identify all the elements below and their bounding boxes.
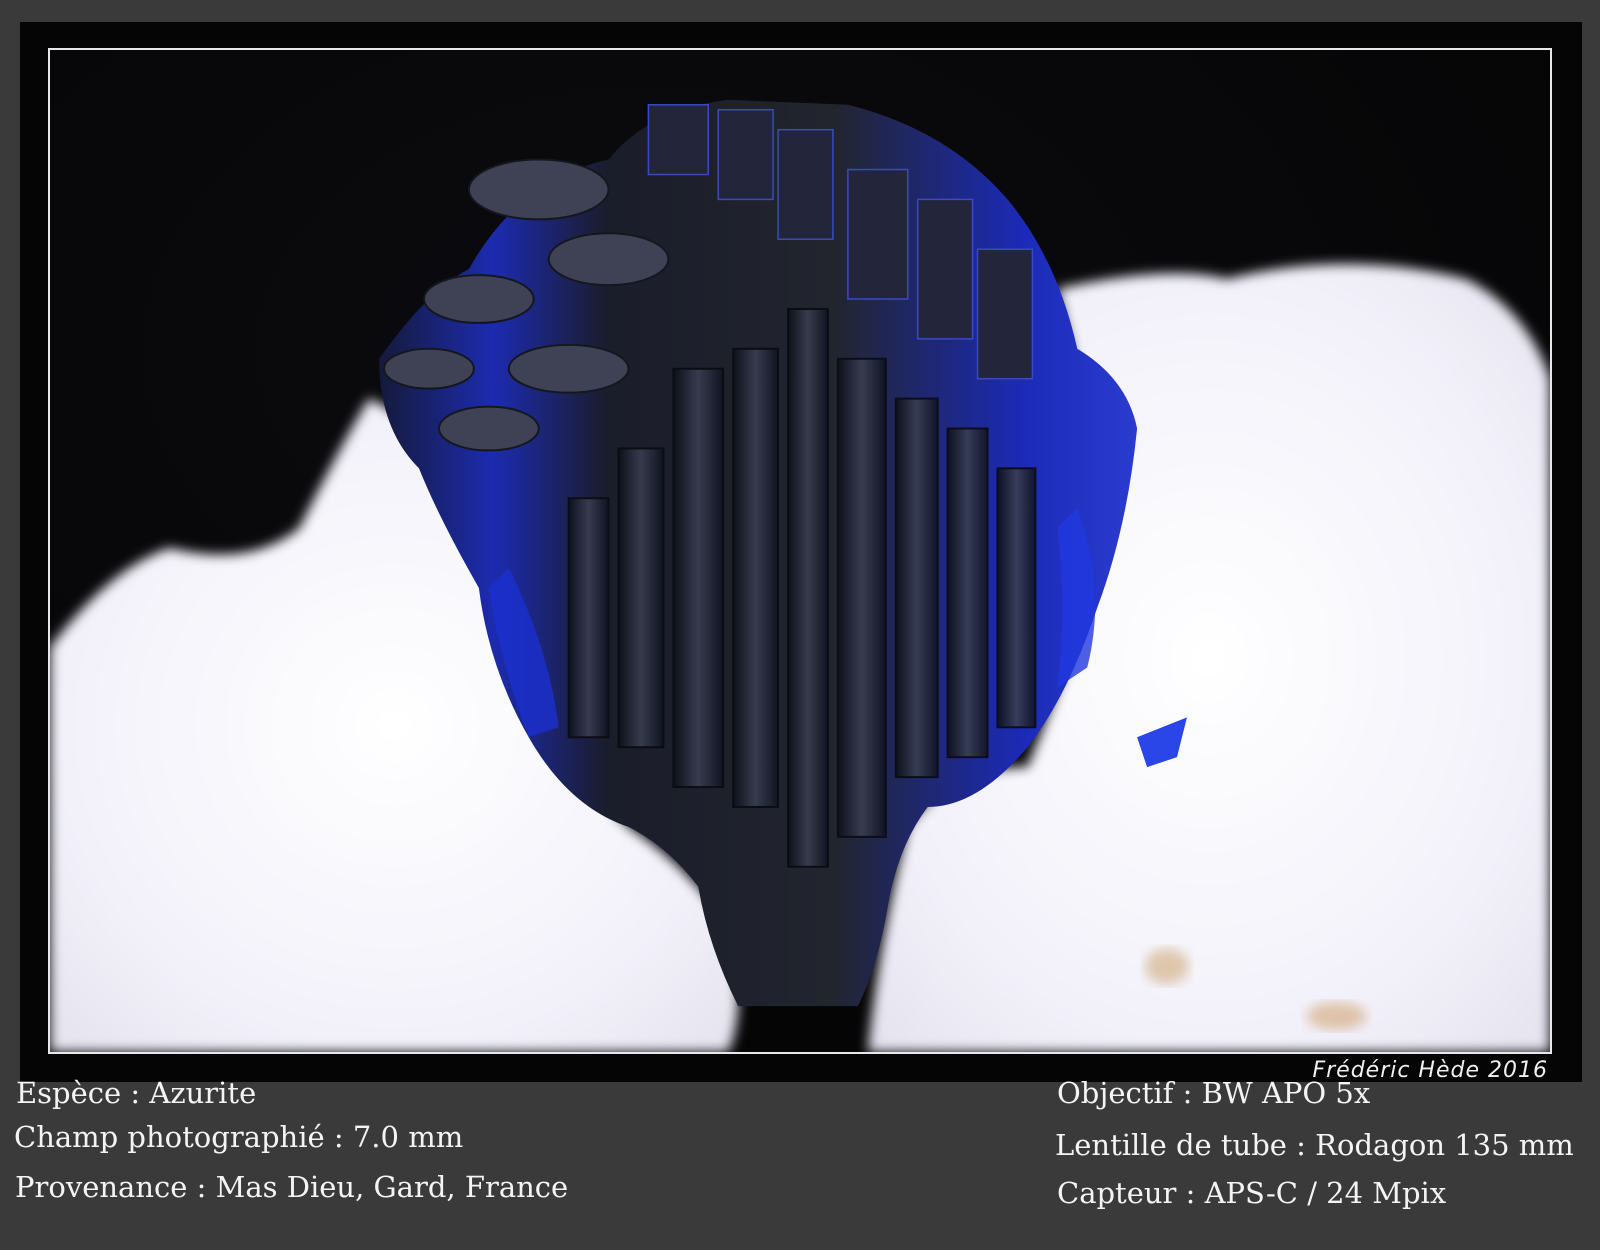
tube-lens-line: Lentille de tube : Rodagon 135 mm — [1055, 1128, 1574, 1162]
mineral-photo — [48, 48, 1552, 1054]
azurite-illustration — [50, 50, 1550, 1052]
field-of-view-line: Champ photographié : 7.0 mm — [14, 1120, 464, 1154]
sensor-line: Capteur : APS-C / 24 Mpix — [1057, 1176, 1447, 1210]
species-line: Espèce : Azurite — [16, 1076, 257, 1110]
provenance-line: Provenance : Mas Dieu, Gard, France — [15, 1170, 569, 1204]
objective-line: Objectif : BW APO 5x — [1057, 1076, 1371, 1110]
